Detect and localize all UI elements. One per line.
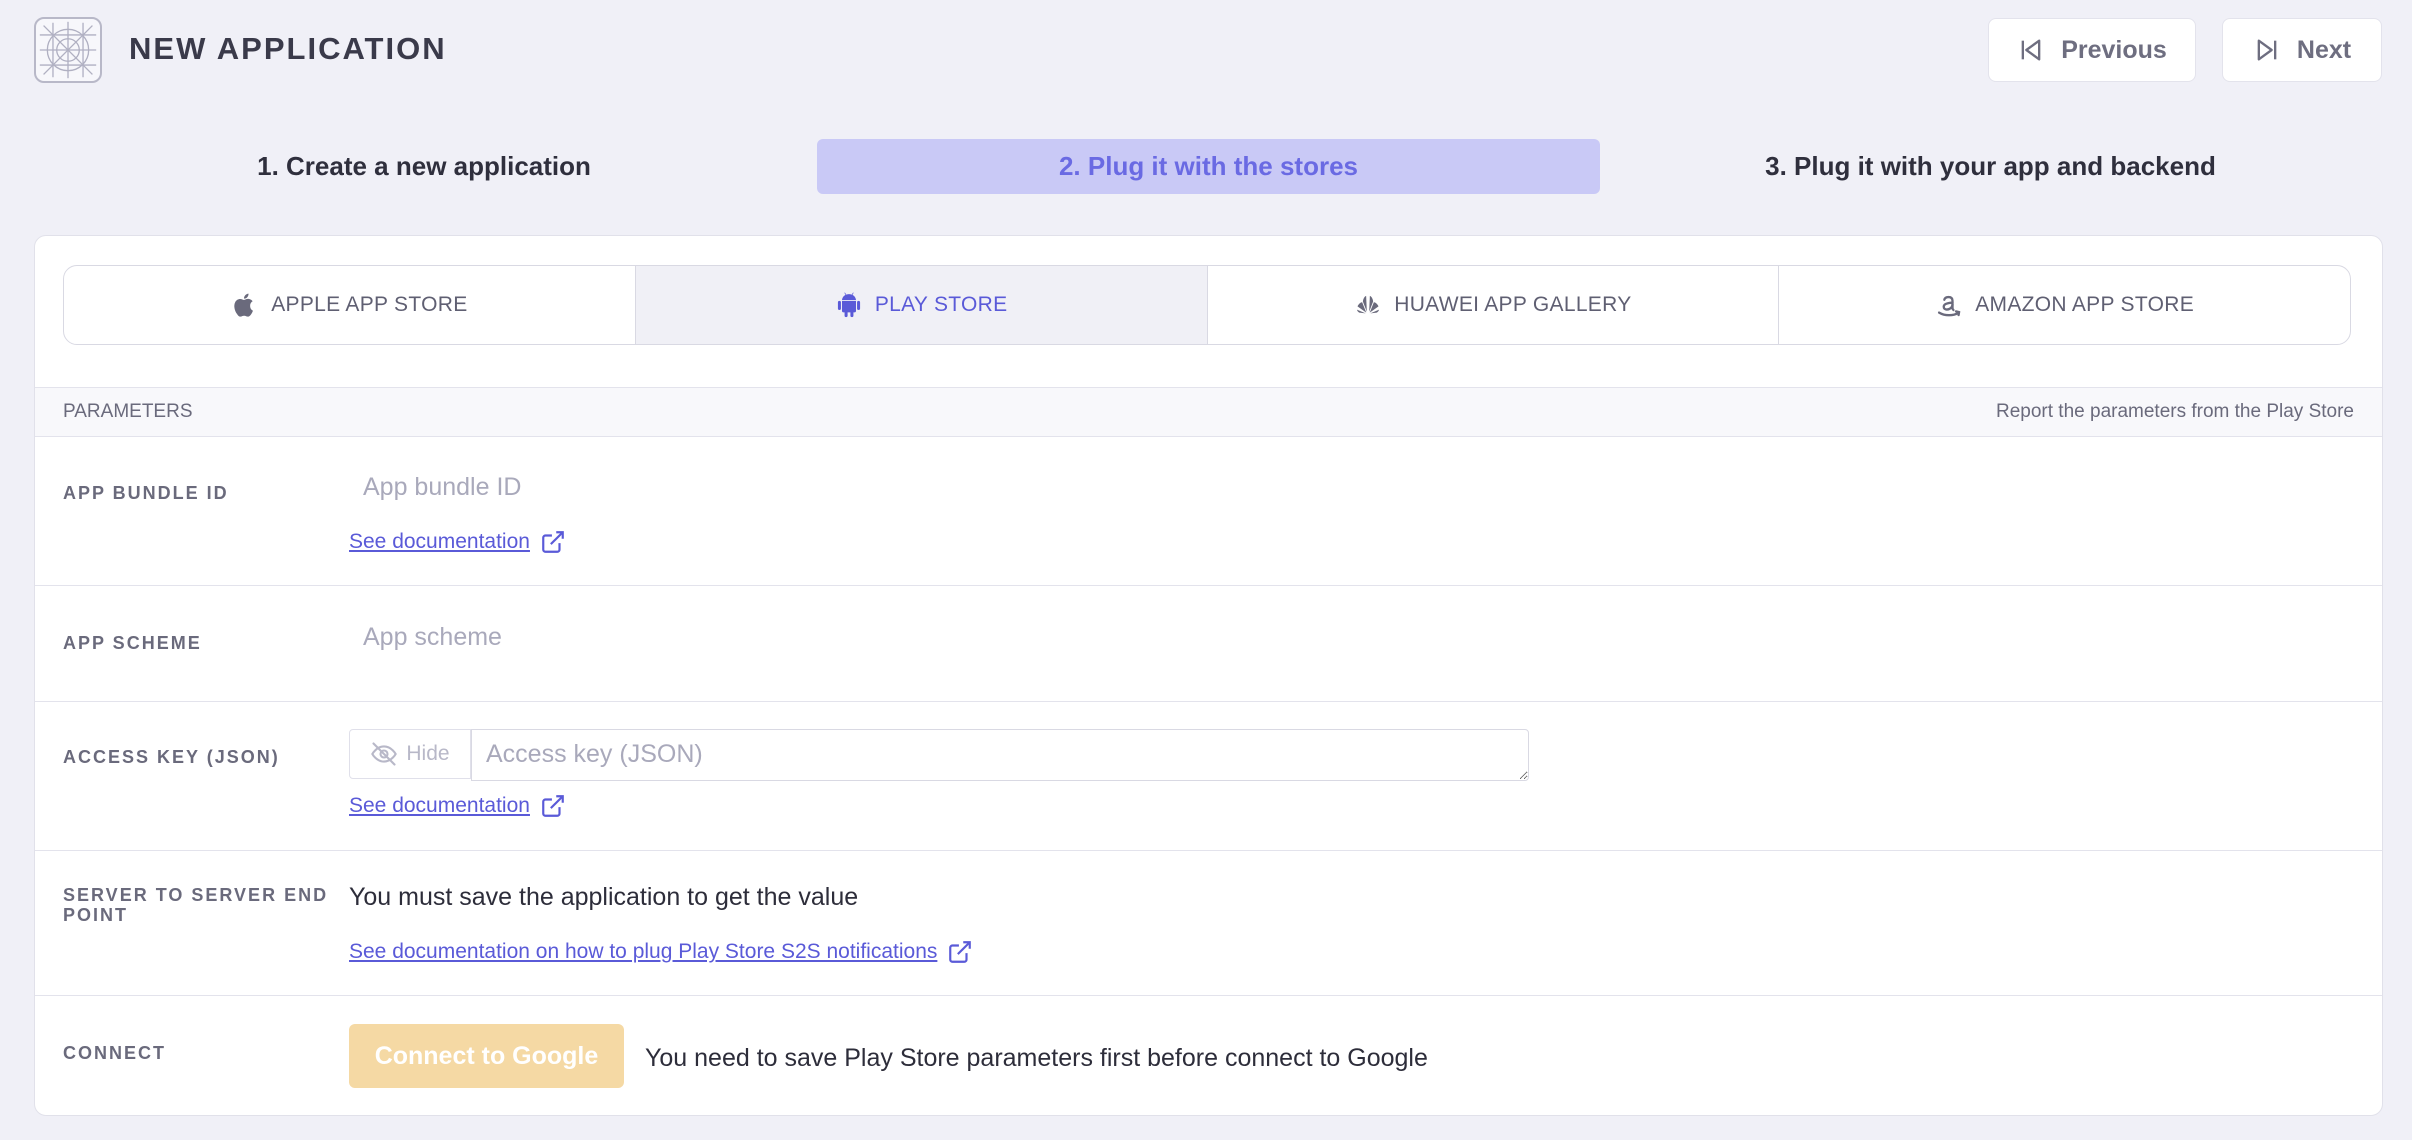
- store-settings-card: APPLE APP STORE PLAY STORE HUAWEI APP GA…: [34, 235, 2383, 1116]
- tab-huawei-app-gallery[interactable]: HUAWEI APP GALLERY: [1208, 266, 1780, 344]
- hide-toggle-button[interactable]: Hide: [349, 729, 471, 779]
- doc-link-label: See documentation: [349, 530, 530, 553]
- connect-to-google-button[interactable]: Connect to Google: [349, 1024, 624, 1088]
- external-link-icon: [949, 941, 972, 963]
- amazon-icon: [1938, 295, 1961, 317]
- scheme-input[interactable]: [349, 623, 1549, 652]
- access-key-label: ACCESS KEY (JSON): [63, 747, 280, 767]
- tab-label: AMAZON APP STORE: [1975, 293, 2194, 316]
- access-key-row: ACCESS KEY (JSON) Hide See documentation: [35, 702, 2382, 851]
- skip-next-icon: [2257, 39, 2277, 61]
- previous-label: Previous: [2061, 35, 2167, 64]
- doc-link-label: See documentation: [349, 794, 530, 817]
- next-button[interactable]: Next: [2222, 18, 2382, 82]
- doc-link-label: See documentation on how to plug Play St…: [349, 940, 938, 963]
- scheme-label: APP SCHEME: [63, 633, 202, 653]
- huawei-icon: [1357, 295, 1380, 314]
- tab-apple-app-store[interactable]: APPLE APP STORE: [64, 266, 636, 344]
- tab-play-store[interactable]: PLAY STORE: [635, 266, 1208, 344]
- android-icon: [837, 292, 860, 318]
- apple-icon: [234, 293, 254, 317]
- connect-label: CONNECT: [63, 1043, 166, 1063]
- app-logo-icon: [34, 17, 102, 83]
- parameters-title: PARAMETERS: [63, 401, 193, 422]
- store-tabs: APPLE APP STORE PLAY STORE HUAWEI APP GA…: [63, 265, 2351, 345]
- parameters-header: PARAMETERS Report the parameters from th…: [35, 387, 2382, 437]
- s2s-message: You must save the application to get the…: [349, 883, 859, 911]
- hide-label: Hide: [406, 742, 450, 765]
- eye-off-icon: [371, 742, 398, 766]
- bundle-id-doc-link[interactable]: See documentation: [349, 529, 566, 555]
- previous-button[interactable]: Previous: [1988, 18, 2196, 82]
- access-key-textarea[interactable]: [471, 729, 1529, 781]
- scheme-row: APP SCHEME: [35, 586, 2382, 702]
- connect-row: CONNECT Connect to Google You need to sa…: [35, 996, 2382, 1115]
- external-link-icon: [542, 795, 564, 817]
- bundle-id-label: APP BUNDLE ID: [63, 483, 229, 503]
- skip-previous-icon: [2021, 39, 2041, 61]
- connect-message: You need to save Play Store parameters f…: [645, 1044, 1428, 1072]
- bundle-id-input[interactable]: [349, 473, 1549, 502]
- tab-amazon-app-store[interactable]: AMAZON APP STORE: [1779, 266, 2350, 344]
- page-title: NEW APPLICATION: [129, 31, 447, 66]
- s2s-row: SERVER TO SERVER END POINT You must save…: [35, 851, 2382, 996]
- s2s-doc-link[interactable]: See documentation on how to plug Play St…: [349, 939, 973, 965]
- tab-label: APPLE APP STORE: [271, 293, 468, 316]
- external-link-icon: [542, 531, 564, 553]
- step-plug-stores[interactable]: 2. Plug it with the stores: [817, 139, 1600, 194]
- s2s-label: SERVER TO SERVER END POINT: [63, 885, 329, 925]
- tab-label: PLAY STORE: [874, 293, 1008, 316]
- parameters-hint: Report the parameters from the Play Stor…: [1996, 401, 2354, 422]
- step-plug-app-backend[interactable]: 3. Plug it with your app and backend: [1603, 139, 2378, 194]
- bundle-id-row: APP BUNDLE ID See documentation: [35, 437, 2382, 586]
- tab-label: HUAWEI APP GALLERY: [1394, 293, 1632, 316]
- access-key-doc-link[interactable]: See documentation: [349, 793, 566, 819]
- next-label: Next: [2296, 35, 2352, 64]
- step-create-application[interactable]: 1. Create a new application: [34, 139, 814, 194]
